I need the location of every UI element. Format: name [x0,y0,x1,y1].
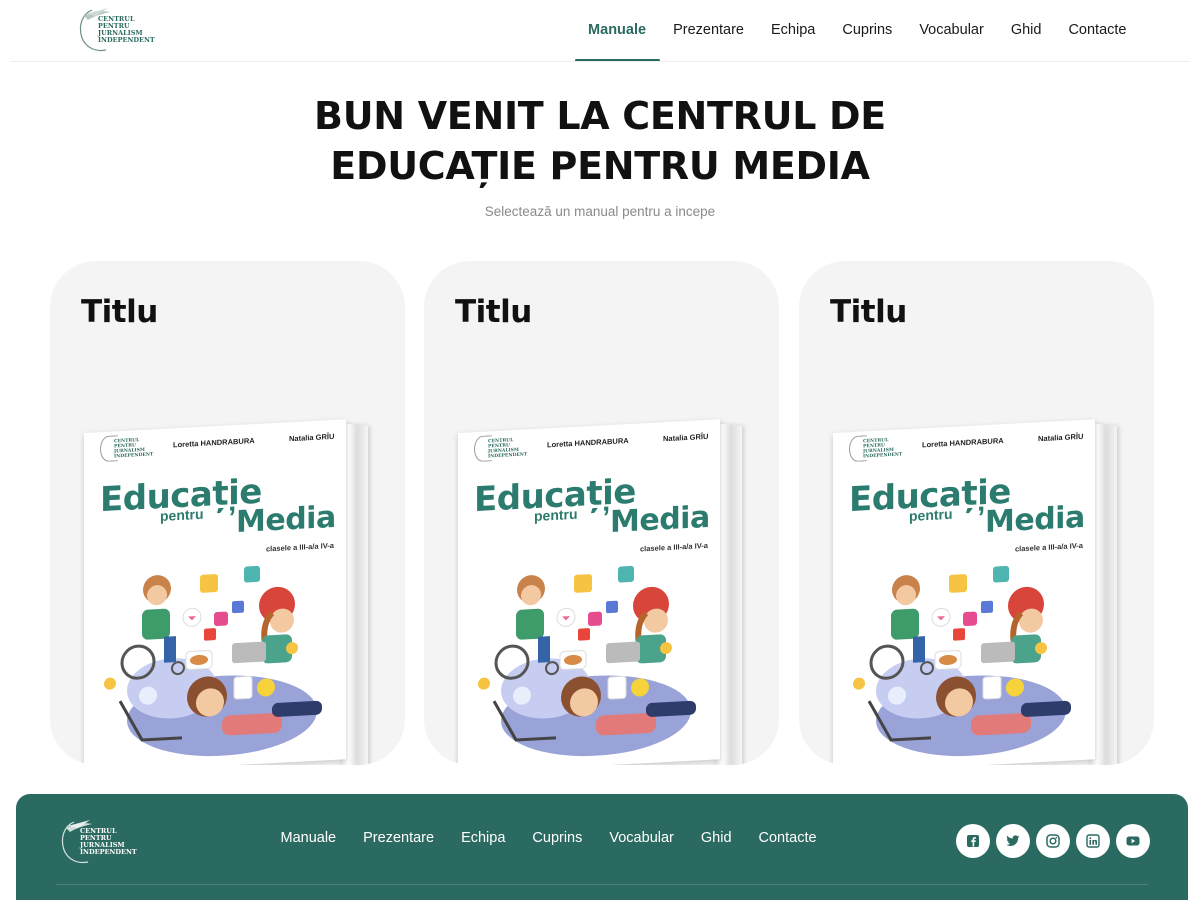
nav-item-manuale[interactable]: Manuale [574,0,660,62]
facebook-icon[interactable] [956,824,990,858]
page-subtitle: Selectează un manual pentru a incepe [484,204,716,219]
book-cover: CENTRUL PENTRU JURNALISM INDEPENDENT Lor… [833,419,1095,765]
book-title-word: Media [610,499,710,541]
header-divider [10,61,1190,62]
footer-link-prezentare[interactable]: Prezentare [350,830,448,846]
manual-card[interactable]: Titlu CENTRUL PENTRU JURNALISM INDEPENDE… [799,261,1154,765]
footer-link-manuale[interactable]: Manuale [267,830,350,846]
youtube-icon[interactable] [1116,824,1150,858]
cover-logo-line: INDEPENDENT [863,452,903,460]
book-title-word: Media [236,499,336,541]
site-header: CENTRUL PENTRU JURNALISM INDEPENDENT Man… [0,0,1200,62]
footer-link-echipa[interactable]: Echipa [448,830,519,846]
nav-item-contacte[interactable]: Contacte [1055,0,1140,62]
book-title-word: pentru [160,505,204,525]
nav-item-cuprins[interactable]: Cuprins [829,0,906,62]
book-author: Loretta HANDRABURA [547,436,629,450]
cover-logo: CENTRUL PENTRU JURNALISM INDEPENDENT [474,433,528,463]
kids-illustration [853,565,1071,757]
twitter-icon[interactable] [996,824,1030,858]
card-title: Titlu [830,294,907,330]
kids-illustration [478,565,696,757]
book-title-word: pentru [909,505,953,525]
manual-card[interactable]: Titlu CENTRUL PENTRU JURNALISM INDEPENDE… [50,261,405,765]
manual-cards: Titlu CENTRUL PENTRU JURNALISM INDEPENDE… [50,261,1154,765]
page-title-line: EDUCAȚIE PENTRU MEDIA [330,144,870,188]
footer-link-cuprins[interactable]: Cuprins [519,830,596,846]
cover-logo: CENTRUL PENTRU JURNALISM INDEPENDENT [849,433,903,463]
cover-logo-line: INDEPENDENT [114,452,154,460]
site-footer: CENTRUL PENTRU JURNALISM INDEPENDENT Man… [16,794,1188,900]
page-title-line: BUN VENIT LA CENTRUL DE [314,94,886,138]
instagram-icon[interactable] [1036,824,1070,858]
cover-logo-line: INDEPENDENT [488,452,528,460]
book-grades: clasele a III-a/a IV-a [1015,540,1083,554]
book-cover: CENTRUL PENTRU JURNALISM INDEPENDENT Lor… [84,419,346,765]
footer-nav: Manuale Prezentare Echipa Cuprins Vocabu… [267,830,830,846]
site-logo[interactable]: CENTRUL PENTRU JURNALISM INDEPENDENT [78,6,155,52]
card-title: Titlu [455,294,532,330]
nav-item-prezentare[interactable]: Prezentare [660,0,758,62]
linkedin-icon[interactable] [1076,824,1110,858]
nav-item-echipa[interactable]: Echipa [758,0,829,62]
kids-illustration [104,565,322,757]
footer-logo[interactable]: CENTRUL PENTRU JURNALISM INDEPENDENT [60,818,137,864]
page-title: BUN VENIT LA CENTRUL DE EDUCAȚIE PENTRU … [0,91,1200,191]
book-grades: clasele a III-a/a IV-a [266,540,334,554]
book-cover: CENTRUL PENTRU JURNALISM INDEPENDENT Lor… [458,419,720,765]
manual-card[interactable]: Titlu CENTRUL PENTRU JURNALISM INDEPENDE… [424,261,779,765]
logo-swoosh-icon [78,6,110,52]
social-links [956,824,1156,858]
main-nav: Manuale Prezentare Echipa Cuprins Vocabu… [574,0,1140,62]
book-author: Natalia GRÎU [1038,431,1084,444]
book-title-word: pentru [534,505,578,525]
logo-swoosh-icon [60,818,92,864]
book-cover-image: CENTRUL PENTRU JURNALISM INDEPENDENT Lor… [458,413,748,765]
book-author: Loretta HANDRABURA [922,436,1004,450]
footer-link-ghid[interactable]: Ghid [687,830,745,846]
book-cover-image: CENTRUL PENTRU JURNALISM INDEPENDENT Lor… [84,413,374,765]
book-grades: clasele a III-a/a IV-a [640,540,708,554]
footer-divider [56,884,1148,885]
book-title-word: Media [985,499,1085,541]
book-author: Natalia GRÎU [289,431,335,444]
book-author: Natalia GRÎU [663,431,709,444]
nav-item-vocabular[interactable]: Vocabular [906,0,998,62]
book-cover-image: CENTRUL PENTRU JURNALISM INDEPENDENT Lor… [833,413,1123,765]
cover-logo: CENTRUL PENTRU JURNALISM INDEPENDENT [100,433,154,463]
nav-item-ghid[interactable]: Ghid [997,0,1055,62]
card-title: Titlu [81,294,158,330]
book-author: Loretta HANDRABURA [173,436,255,450]
footer-link-vocabular[interactable]: Vocabular [596,830,688,846]
footer-link-contacte[interactable]: Contacte [745,830,830,846]
